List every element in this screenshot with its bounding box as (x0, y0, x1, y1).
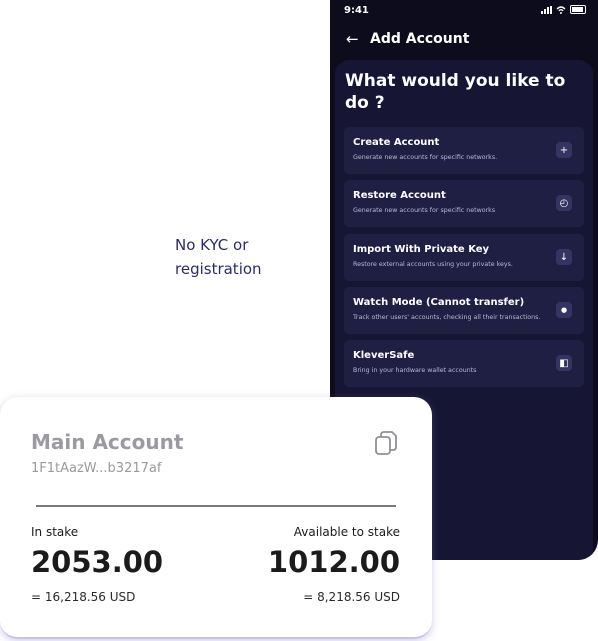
battery-icon (570, 5, 586, 14)
available-to-stake-usd: = 8,218.56 USD (303, 590, 400, 604)
tagline-line-2: registration (175, 260, 262, 278)
divider (36, 505, 396, 507)
option-title: KleverSafe (353, 350, 415, 361)
status-time: 9:41 (344, 5, 369, 16)
status-bar: 9:41 (330, 0, 598, 22)
back-arrow-icon[interactable]: ← (346, 30, 360, 48)
copy-icon[interactable] (373, 430, 399, 456)
option-kleversafe[interactable]: KleverSafe Bring in your hardware wallet… (344, 340, 584, 387)
question-heading: What would you like to do ? (345, 71, 566, 113)
in-stake-usd: = 16,218.56 USD (31, 590, 136, 604)
eye-icon: ● (556, 302, 572, 318)
available-to-stake-value: 1012.00 (267, 545, 400, 579)
available-to-stake-label: Available to stake (293, 525, 400, 539)
option-title: Restore Account (353, 190, 446, 201)
option-description: Bring in your hardware wallet accounts (353, 367, 477, 374)
option-restore-account[interactable]: Restore Account Generate new accounts fo… (344, 180, 584, 227)
app-bar: ← Add Account (346, 28, 469, 50)
download-icon: ↓ (556, 249, 572, 265)
option-title: Import With Private Key (353, 244, 490, 255)
tagline-line-1: No KYC or (175, 236, 249, 254)
option-description: Restore external accounts using your pri… (353, 261, 513, 268)
option-title: Create Account (353, 137, 440, 148)
in-stake-label: In stake (31, 525, 79, 539)
account-address: 1F1tAazW...b3217af (31, 461, 162, 476)
signal-icon (541, 5, 552, 14)
option-create-account[interactable]: Create Account Generate new accounts for… (344, 127, 584, 174)
clock-icon: ◴ (556, 195, 572, 211)
page-title: Add Account (370, 31, 470, 47)
option-title: Watch Mode (Cannot transfer) (353, 297, 525, 308)
status-icons (541, 5, 586, 14)
option-description: Track other users' accounts, checking al… (353, 314, 541, 321)
in-stake-value: 2053.00 (31, 545, 164, 579)
plus-icon: + (556, 142, 572, 158)
wifi-icon (556, 5, 566, 14)
hardware-wallet-icon: ◧ (556, 355, 572, 371)
tagline: No KYC or registration (175, 233, 262, 281)
account-title: Main Account (31, 430, 184, 454)
option-description: Generate new accounts for specific netwo… (353, 207, 496, 214)
option-import-private-key[interactable]: Import With Private Key Restore external… (344, 234, 584, 281)
option-description: Generate new accounts for specific netwo… (353, 154, 498, 161)
main-account-card: Main Account 1F1tAazW...b3217af In stake… (0, 397, 432, 639)
option-watch-mode[interactable]: Watch Mode (Cannot transfer) Track other… (344, 287, 584, 334)
